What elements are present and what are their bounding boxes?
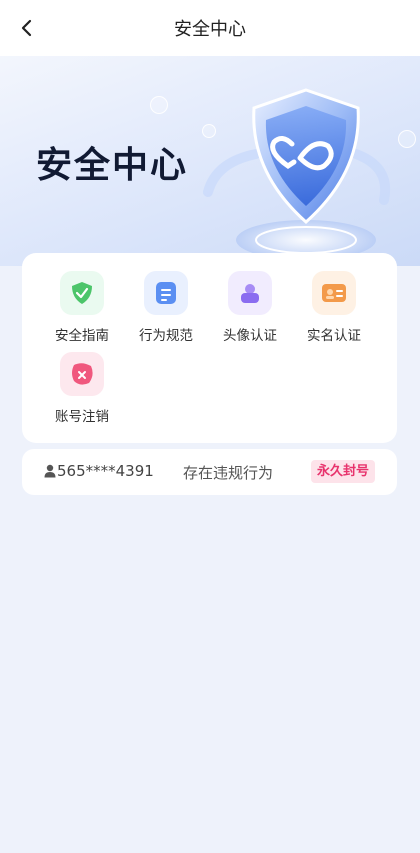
menu-item-safety-guide[interactable]: 安全指南 <box>42 271 122 344</box>
account-number: 565****4391 <box>57 462 154 480</box>
avatar-verify-icon <box>228 271 272 315</box>
shield-check-icon <box>60 271 104 315</box>
account-status-card[interactable]: 565****4391 存在违规行为 永久封号 <box>22 449 397 495</box>
chevron-left-icon <box>21 19 32 37</box>
hero-banner: 安全中心 <box>0 56 420 266</box>
status-badge: 永久封号 <box>311 460 376 483</box>
security-menu-card: 安全指南 行为规范 头像认证 实名认证 账号注销 <box>22 253 397 443</box>
menu-label: 行为规范 <box>139 328 193 344</box>
menu-item-account-cancel[interactable]: 账号注销 <box>42 352 122 425</box>
navbar: 安全中心 <box>0 0 420 56</box>
hero-title: 安全中心 <box>36 145 189 186</box>
document-icon <box>144 271 188 315</box>
menu-item-behavior-rules[interactable]: 行为规范 <box>126 271 206 344</box>
user-icon <box>44 464 56 478</box>
menu-label: 头像认证 <box>223 328 277 344</box>
menu-label: 账号注销 <box>55 409 109 425</box>
menu-label: 安全指南 <box>55 328 109 344</box>
menu-item-avatar-verify[interactable]: 头像认证 <box>210 271 290 344</box>
id-card-icon <box>312 271 356 315</box>
shield-illustration-icon <box>203 88 391 260</box>
account-status-text: 存在违规行为 <box>183 464 274 482</box>
back-button[interactable] <box>14 16 38 40</box>
menu-label: 实名认证 <box>307 328 361 344</box>
page-title: 安全中心 <box>174 19 246 40</box>
menu-item-real-name-verify[interactable]: 实名认证 <box>294 271 374 344</box>
account-cancel-icon <box>60 352 104 396</box>
